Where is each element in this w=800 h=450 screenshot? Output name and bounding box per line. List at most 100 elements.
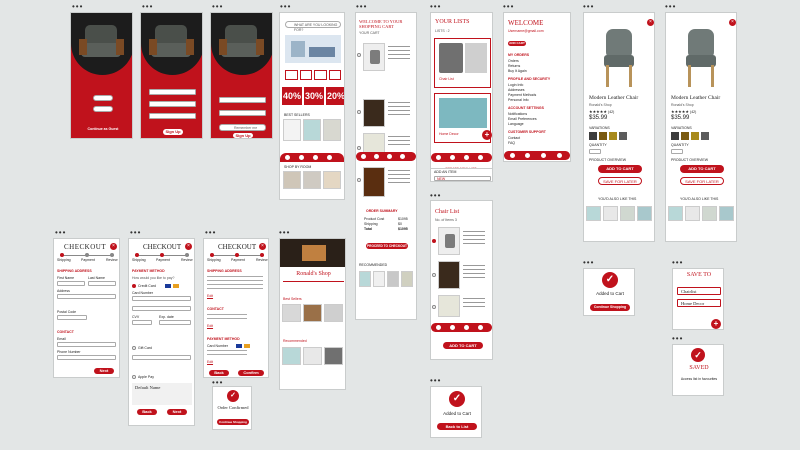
swatch[interactable] (599, 132, 607, 140)
close-icon[interactable]: × (647, 19, 654, 26)
item-radio[interactable] (357, 110, 361, 114)
similar-thumb[interactable] (668, 206, 683, 221)
add-to-cart-button[interactable]: ADD TO CART (443, 342, 483, 349)
add-icon[interactable]: + (711, 319, 721, 329)
confirm-button[interactable]: Confirm (238, 370, 264, 376)
radio-gift[interactable] (132, 346, 136, 350)
search-icon[interactable] (299, 155, 304, 160)
menu-item[interactable]: Payment Methods (508, 93, 536, 98)
home-icon[interactable] (436, 325, 441, 330)
cart-icon[interactable] (327, 155, 332, 160)
shop-thumb[interactable] (282, 304, 301, 322)
quantity-stepper[interactable] (671, 149, 683, 154)
signup-button[interactable]: Sign Up (163, 129, 183, 135)
similar-thumb[interactable] (719, 206, 734, 221)
menu-item[interactable]: FAQ (508, 141, 515, 146)
home-icon[interactable] (510, 153, 515, 158)
discount-20[interactable]: 20% (326, 87, 344, 105)
item-radio[interactable] (357, 53, 361, 57)
continue-guest-link[interactable]: Continue as Guest (81, 127, 125, 132)
card-number-field[interactable] (132, 296, 191, 301)
menu-item[interactable]: Buy It Again (508, 69, 527, 74)
close-icon[interactable]: × (110, 243, 117, 250)
postal-code-field[interactable] (57, 315, 87, 320)
swatch[interactable] (681, 132, 689, 140)
item-radio[interactable] (357, 146, 361, 150)
edit-link[interactable]: Edit (207, 294, 213, 299)
remember-checkbox[interactable]: Remember me (219, 124, 266, 131)
list-item-image[interactable] (438, 295, 460, 317)
back-to-list-button[interactable]: Back to List (437, 423, 477, 430)
product-thumb[interactable] (303, 119, 321, 141)
user-icon[interactable] (557, 153, 562, 158)
similar-thumb[interactable] (637, 206, 652, 221)
email-field[interactable] (57, 342, 116, 347)
home-icon[interactable] (436, 155, 441, 160)
heart-icon[interactable] (387, 154, 392, 159)
menu-item[interactable]: Login Info (508, 83, 523, 88)
menu-item[interactable]: Addresses (508, 88, 525, 93)
first-name-field[interactable] (57, 281, 85, 286)
room-thumb[interactable] (303, 171, 321, 189)
overview-label[interactable]: PRODUCT OVERVIEW (589, 158, 626, 163)
cvv-field[interactable] (132, 320, 152, 325)
list-item-image[interactable] (438, 261, 460, 289)
save-later-button[interactable]: SAVE FOR LATER (680, 177, 724, 185)
heart-icon[interactable] (313, 155, 318, 160)
similar-thumb[interactable] (702, 206, 717, 221)
name-field[interactable] (219, 97, 266, 103)
save-option[interactable]: Chairlist (677, 287, 721, 295)
overview-label[interactable]: PRODUCT OVERVIEW (671, 158, 708, 163)
swatch[interactable] (609, 132, 617, 140)
search-icon[interactable] (450, 325, 455, 330)
similar-thumb[interactable] (603, 206, 618, 221)
list-item-image[interactable] (438, 227, 460, 255)
menu-item[interactable]: Language (508, 122, 524, 127)
proceed-checkout-button[interactable]: PROCEED TO CHECKOUT (366, 243, 408, 249)
item-radio[interactable] (432, 239, 436, 243)
shop-thumb[interactable] (303, 304, 322, 322)
add-item-input[interactable]: NEW (434, 176, 491, 181)
list-card-chair[interactable]: Chair List (434, 38, 491, 88)
swatch[interactable] (671, 132, 679, 140)
close-icon[interactable]: × (729, 19, 736, 26)
phone-field[interactable] (57, 355, 116, 360)
category-row[interactable] (285, 70, 341, 80)
menu-item[interactable]: Contact (508, 136, 520, 141)
edit-link[interactable]: Edit (207, 324, 213, 329)
similar-thumb[interactable] (685, 206, 700, 221)
add-to-cart-button[interactable]: ADD TO CART (680, 165, 724, 173)
menu-item[interactable]: Returns (508, 64, 520, 69)
room-thumb[interactable] (283, 171, 301, 189)
gift-card-field[interactable] (132, 355, 191, 360)
recommended-thumb[interactable] (373, 271, 385, 287)
save-option[interactable]: Home Decor (677, 299, 721, 307)
search-icon[interactable] (374, 154, 379, 159)
cart-icon[interactable] (478, 155, 483, 160)
recommended-thumb[interactable] (359, 271, 371, 287)
back-button[interactable]: Back (137, 409, 157, 415)
add-list-icon[interactable]: + (482, 130, 492, 140)
similar-thumb[interactable] (586, 206, 601, 221)
discount-40[interactable]: 40% (282, 87, 302, 105)
product-thumb[interactable] (283, 119, 301, 141)
search-input[interactable]: WHAT ARE YOU LOOKING FOR? (285, 21, 341, 32)
cart-item-image[interactable] (363, 43, 385, 71)
heart-icon[interactable] (541, 153, 546, 158)
password-field[interactable] (149, 113, 196, 119)
continue-shopping-button[interactable]: Continue Shopping (217, 419, 249, 425)
menu-item[interactable]: Orders (508, 59, 519, 64)
continue-shopping-button[interactable]: Continue Shopping (590, 304, 630, 311)
swatch[interactable] (691, 132, 699, 140)
close-icon[interactable]: × (185, 243, 192, 250)
recommended-thumb[interactable] (401, 271, 413, 287)
menu-item[interactable]: Personal Info (508, 98, 529, 103)
cart-icon[interactable] (400, 154, 405, 159)
room-thumb[interactable] (323, 171, 341, 189)
item-radio[interactable] (357, 178, 361, 182)
save-later-button[interactable]: SAVE FOR LATER (598, 177, 642, 185)
edit-link[interactable]: Edit (207, 360, 213, 365)
card-name-field[interactable] (132, 306, 191, 311)
add-cart-button[interactable]: ADD CART (508, 41, 526, 46)
name-field[interactable] (149, 89, 196, 95)
